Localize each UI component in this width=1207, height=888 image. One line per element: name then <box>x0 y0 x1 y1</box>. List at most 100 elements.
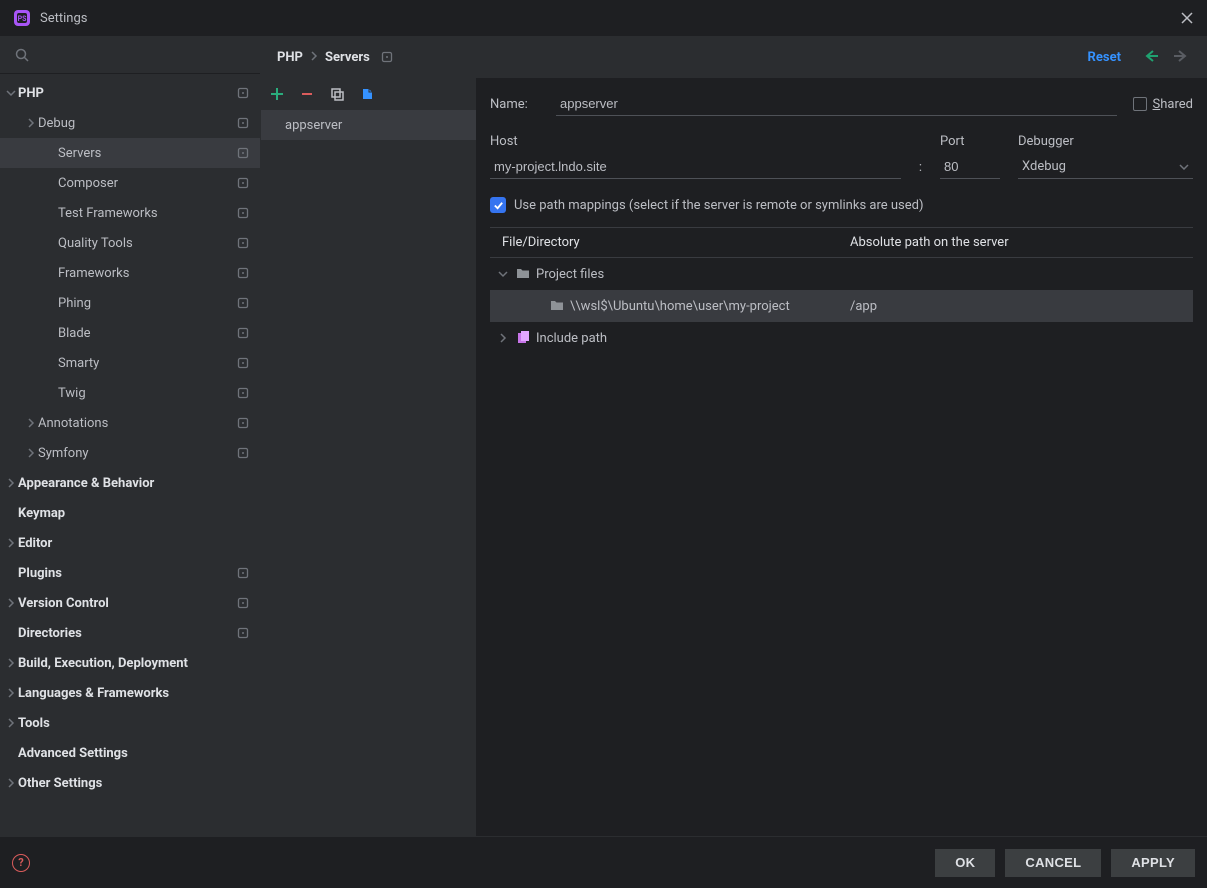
tree-item-debug[interactable]: Debug <box>0 108 260 138</box>
tree-item-other-settings[interactable]: Other Settings <box>0 768 260 798</box>
tree-item-appearance-behavior[interactable]: Appearance & Behavior <box>0 468 260 498</box>
server-toolbar <box>261 78 476 110</box>
breadcrumb-php[interactable]: PHP <box>277 50 303 65</box>
chevron-none <box>4 538 18 548</box>
chevron-none <box>4 478 18 488</box>
project-scope-icon <box>236 386 250 400</box>
tree-item-php[interactable]: PHP <box>0 78 260 108</box>
ok-button[interactable]: OK <box>935 849 995 877</box>
chevron-none <box>4 598 18 608</box>
copy-icon[interactable] <box>329 86 345 102</box>
tree-item-label: Languages & Frameworks <box>18 686 250 701</box>
tree-item-editor[interactable]: Editor <box>0 528 260 558</box>
tree-item-label: Advanced Settings <box>18 746 250 761</box>
chevron-right-icon <box>309 50 319 65</box>
chevron-none <box>4 718 18 728</box>
mapping-server-path[interactable]: /app <box>850 299 1193 314</box>
apply-button[interactable]: APPLY <box>1111 849 1195 877</box>
tree-item-label: Keymap <box>18 506 250 521</box>
remove-icon[interactable] <box>299 86 315 102</box>
project-scope-icon <box>236 266 250 280</box>
col-absolute-path: Absolute path on the server <box>850 235 1193 250</box>
search-icon <box>14 47 30 63</box>
tree-item-servers[interactable]: Servers <box>0 138 260 168</box>
tree-item-smarty[interactable]: Smarty <box>0 348 260 378</box>
tree-item-directories[interactable]: Directories <box>0 618 260 648</box>
project-scope-icon <box>236 146 250 160</box>
host-field[interactable] <box>490 155 901 179</box>
tree-item-quality-tools[interactable]: Quality Tools <box>0 228 260 258</box>
tree-item-label: Annotations <box>38 416 236 431</box>
tree-item-label: Frameworks <box>58 266 236 281</box>
project-scope-icon <box>236 326 250 340</box>
tree-item-composer[interactable]: Composer <box>0 168 260 198</box>
cancel-button[interactable]: CANCEL <box>1005 849 1101 877</box>
include-path-icon <box>516 331 530 345</box>
project-scope-icon <box>236 296 250 310</box>
checkbox-off-icon <box>1133 97 1147 111</box>
tree-item-tools[interactable]: Tools <box>0 708 260 738</box>
debugger-value: Xdebug <box>1022 159 1066 174</box>
name-field[interactable] <box>556 92 1117 116</box>
tree-item-label: PHP <box>18 86 236 101</box>
chevron-none <box>4 778 18 788</box>
dialog-footer: ? OK CANCEL APPLY <box>0 836 1207 888</box>
mapping-row[interactable]: \\wsl$\Ubuntu\home\user\my-project/app <box>490 290 1193 322</box>
reset-button[interactable]: Reset <box>1088 50 1121 65</box>
tree-item-label: Test Frameworks <box>58 206 236 221</box>
use-path-mappings-label: Use path mappings (select if the server … <box>514 198 924 213</box>
tree-item-annotations[interactable]: Annotations <box>0 408 260 438</box>
window-title: Settings <box>40 11 87 26</box>
project-scope-icon <box>236 446 250 460</box>
tree-item-twig[interactable]: Twig <box>0 378 260 408</box>
tree-item-frameworks[interactable]: Frameworks <box>0 258 260 288</box>
mapping-path: Include path <box>536 331 607 346</box>
chevron-right-icon <box>496 333 510 343</box>
nav-back-icon[interactable] <box>1143 48 1161 66</box>
caret-down-icon <box>1179 159 1189 174</box>
close-icon[interactable] <box>1179 10 1195 26</box>
tree-item-plugins[interactable]: Plugins <box>0 558 260 588</box>
tree-item-keymap[interactable]: Keymap <box>0 498 260 528</box>
checkbox-on-icon <box>490 197 506 213</box>
tree-item-label: Debug <box>38 116 236 131</box>
project-scope-icon <box>380 50 394 64</box>
mapping-row[interactable]: Include path <box>490 322 1193 354</box>
debugger-label: Debugger <box>1018 134 1193 149</box>
import-icon[interactable] <box>359 86 375 102</box>
add-icon[interactable] <box>269 86 285 102</box>
help-icon[interactable]: ? <box>12 854 30 872</box>
project-scope-icon <box>236 176 250 190</box>
path-mappings-table: File/Directory Absolute path on the serv… <box>490 227 1193 354</box>
app-icon: PS <box>12 8 32 28</box>
tree-item-test-frameworks[interactable]: Test Frameworks <box>0 198 260 228</box>
content-header: PHP Servers Reset <box>261 36 1207 78</box>
mapping-row[interactable]: Project files <box>490 258 1193 290</box>
tree-item-symfony[interactable]: Symfony <box>0 438 260 468</box>
shared-checkbox[interactable]: Shared <box>1133 97 1193 112</box>
tree-item-label: Appearance & Behavior <box>18 476 250 491</box>
tree-item-blade[interactable]: Blade <box>0 318 260 348</box>
use-path-mappings-checkbox[interactable]: Use path mappings (select if the server … <box>490 197 1193 213</box>
project-scope-icon <box>236 566 250 580</box>
tree-item-build-execution-deployment[interactable]: Build, Execution, Deployment <box>0 648 260 678</box>
settings-search[interactable] <box>0 36 260 74</box>
titlebar: PS Settings <box>0 0 1207 36</box>
mapping-path: \\wsl$\Ubuntu\home\user\my-project <box>570 299 790 314</box>
server-list-panel: appserver <box>261 78 476 836</box>
tree-item-label: Version Control <box>18 596 236 611</box>
tree-item-version-control[interactable]: Version Control <box>0 588 260 618</box>
project-scope-icon <box>236 236 250 250</box>
tree-item-phing[interactable]: Phing <box>0 288 260 318</box>
tree-item-label: Composer <box>58 176 236 191</box>
tree-item-label: Editor <box>18 536 250 551</box>
server-list-item[interactable]: appserver <box>261 110 476 140</box>
port-label: Port <box>940 134 1000 149</box>
tree-item-languages-frameworks[interactable]: Languages & Frameworks <box>0 678 260 708</box>
tree-item-advanced-settings[interactable]: Advanced Settings <box>0 738 260 768</box>
nav-forward-icon[interactable] <box>1173 48 1191 66</box>
host-port-separator: : <box>919 160 922 179</box>
port-field[interactable] <box>940 155 1000 179</box>
project-scope-icon <box>236 356 250 370</box>
debugger-select[interactable]: Xdebug <box>1018 155 1193 179</box>
